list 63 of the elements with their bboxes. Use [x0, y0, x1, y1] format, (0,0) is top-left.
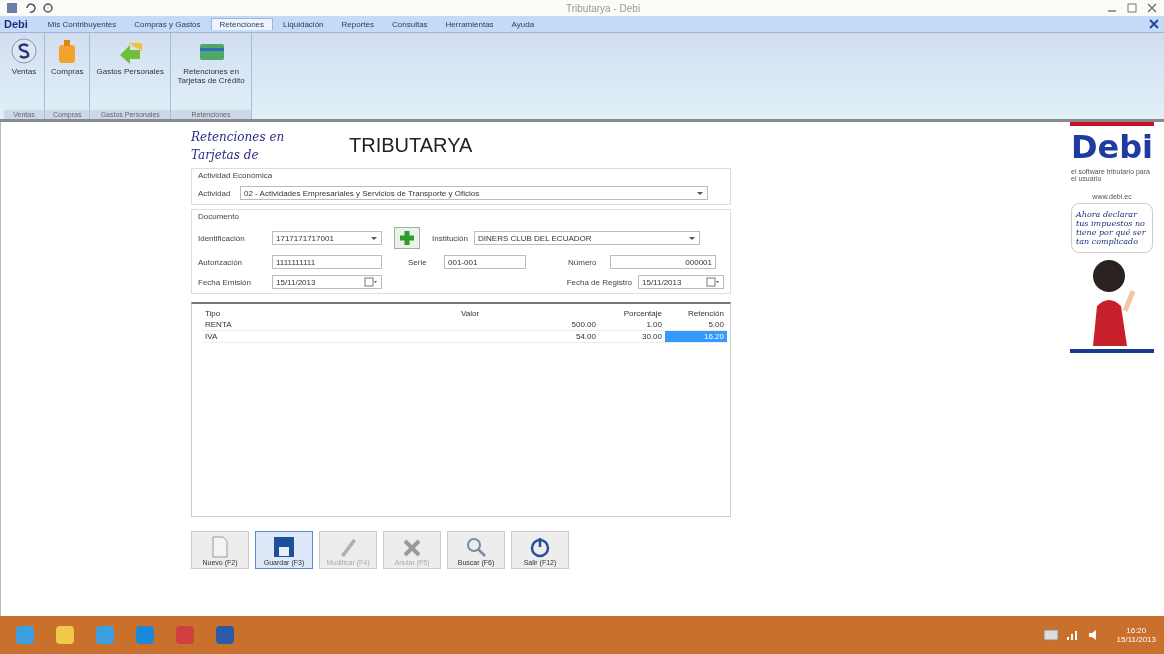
- field-label: Actividad: [198, 188, 232, 198]
- table-cell[interactable]: IVA: [202, 331, 458, 342]
- caret-icon: [696, 189, 704, 197]
- table-cell[interactable]: 30.00: [599, 331, 665, 342]
- input-field[interactable]: 001-001: [444, 255, 526, 269]
- field-label: Institución: [432, 233, 469, 243]
- caret-icon: [688, 234, 697, 242]
- clock-date[interactable]: 15/11/2013: [1116, 635, 1156, 644]
- clock-time[interactable]: 16:20: [1126, 626, 1147, 635]
- speech-bubble: Ahora declarar tus impuestos no tiene por qué ser tan complicado: [1071, 203, 1153, 253]
- group-legend: Actividad Económica: [198, 171, 724, 180]
- input-field[interactable]: 000001: [610, 255, 716, 269]
- group-legend: Documento: [198, 212, 724, 221]
- field-label: Autorización: [198, 257, 244, 267]
- table-cell[interactable]: RENTA: [202, 319, 458, 330]
- ribbon-button[interactable]: Retenciones en Tarjetas de Crédito: [171, 33, 252, 110]
- field-label: Fecha de Registro: [566, 277, 632, 287]
- ribbon-button[interactable]: Ventas: [4, 33, 44, 110]
- field-label: Fecha Emisión: [198, 277, 252, 287]
- table-cell[interactable]: 500.00: [458, 319, 599, 330]
- date-picker[interactable]: 15/11/2013: [638, 275, 724, 289]
- ribbon-tab[interactable]: Retenciones: [210, 18, 274, 30]
- brand-title: TRIBUTARYA: [349, 133, 473, 158]
- table-cell[interactable]: 5.00: [665, 319, 727, 330]
- refresh-icon[interactable]: [42, 2, 54, 14]
- table-cell[interactable]: 54.00: [458, 331, 599, 342]
- ribbon-button[interactable]: Compras: [45, 33, 90, 110]
- input-field[interactable]: 1111111111: [272, 255, 382, 269]
- caret-icon: [370, 234, 378, 242]
- calendar-icon: [706, 277, 720, 287]
- undo-icon[interactable]: [24, 2, 36, 14]
- ad-logo: Debi: [1070, 129, 1154, 165]
- ribbon-tab[interactable]: Consultas: [384, 18, 436, 30]
- app-logo[interactable]: Debi: [4, 18, 28, 30]
- ribbon-tab[interactable]: Herramientas: [437, 18, 502, 30]
- column-header[interactable]: Valor: [458, 308, 599, 319]
- add-button[interactable]: [394, 227, 420, 249]
- form-title: Retenciones en Tarjetas de: [191, 129, 286, 164]
- date-picker[interactable]: 15/11/2013: [272, 275, 382, 289]
- save-icon[interactable]: [6, 2, 18, 14]
- window-title: Tributarya - Debi: [566, 2, 642, 14]
- ribbon-tab[interactable]: Ayuda: [503, 18, 543, 30]
- dropdown[interactable]: 1717171717001: [272, 231, 382, 245]
- field-label: Número: [568, 257, 598, 267]
- column-header[interactable]: Tipo: [202, 308, 458, 319]
- calendar-icon: [364, 277, 378, 287]
- field-label: Serie: [408, 257, 428, 267]
- table-cell[interactable]: 1.00: [599, 319, 665, 330]
- close-icon[interactable]: [1148, 18, 1160, 30]
- close-icon[interactable]: [1146, 2, 1158, 14]
- column-header[interactable]: Porcentaje: [599, 308, 665, 319]
- coin-icon: [10, 37, 38, 65]
- plus-icon: [398, 229, 416, 247]
- ribbon-button[interactable]: Gastos Personales: [90, 33, 171, 110]
- ribbon-tab[interactable]: Liquidación: [275, 18, 332, 30]
- dropdown[interactable]: 02 - Actividades Empresariales y Servicios de Transporte y Oficios: [240, 186, 708, 200]
- field-label: Identificación: [198, 233, 246, 243]
- ribbon-tab[interactable]: Compras y Gastos: [126, 18, 209, 30]
- ribbon-tab[interactable]: Mis Contribuyentes: [39, 18, 125, 30]
- dropdown[interactable]: DINERS CLUB DEL ECUADOR: [474, 231, 701, 245]
- maximize-icon[interactable]: [1126, 2, 1138, 14]
- column-header[interactable]: Retención: [665, 308, 727, 319]
- ribbon-tab[interactable]: Reportes: [333, 18, 382, 30]
